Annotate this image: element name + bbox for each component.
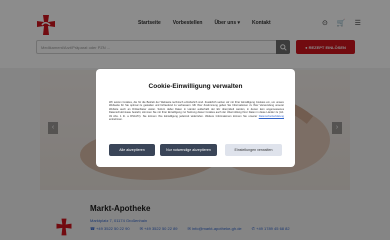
cookie-consent-modal: Cookie-Einwilligung verwalten Wir setzen… xyxy=(96,69,295,167)
cookie-modal-text: Wir setzen Cookies, die für die Betrieb … xyxy=(109,101,284,121)
accept-necessary-button[interactable]: Nur notwendige akzeptieren xyxy=(160,144,217,156)
manage-settings-button[interactable]: Einstellungen verwalten xyxy=(225,144,282,156)
cookie-modal-body-end: entnehmen. xyxy=(109,118,123,122)
privacy-policy-link[interactable]: Datenschutzerklärung xyxy=(259,115,284,118)
accept-all-button[interactable]: Alle akzeptieren xyxy=(109,144,155,156)
cookie-modal-title: Cookie-Einwilligung verwalten xyxy=(148,83,243,90)
cookie-modal-body: Wir setzen Cookies, die für die Betrieb … xyxy=(109,101,284,118)
